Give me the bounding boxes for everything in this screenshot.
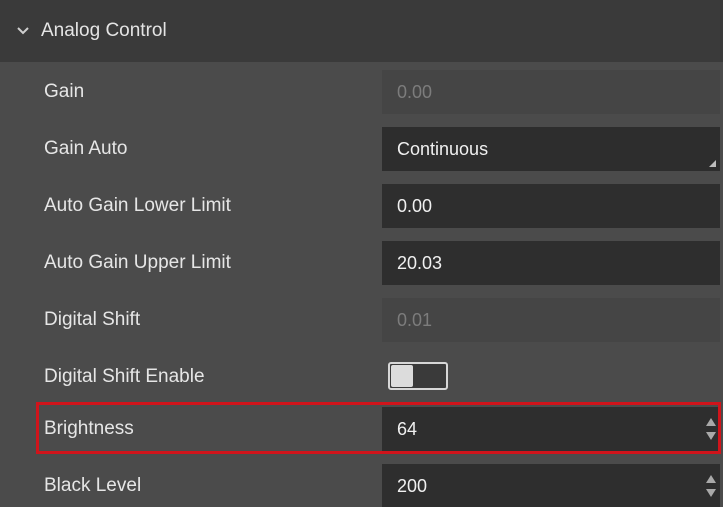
property-row-auto-gain-lower-limit: Auto Gain Lower Limit 0.00 xyxy=(0,177,723,234)
property-label: Digital Shift xyxy=(44,308,141,330)
digital-shift-field: 0.01 xyxy=(382,298,720,342)
property-row-digital-shift-enable: Digital Shift Enable xyxy=(0,348,723,405)
toggle-knob xyxy=(391,365,413,387)
spin-arrows-icon[interactable] xyxy=(706,475,716,497)
property-label: Auto Gain Lower Limit xyxy=(44,194,231,216)
property-label: Black Level xyxy=(44,474,142,496)
property-panel: Analog Control Gain 0.00 Gain Auto Conti… xyxy=(0,0,723,507)
field-value: 0.01 xyxy=(397,309,433,330)
property-row-auto-gain-upper-limit: Auto Gain Upper Limit 20.03 xyxy=(0,234,723,291)
gain-field: 0.00 xyxy=(382,70,720,114)
property-label: Gain xyxy=(44,80,85,102)
property-row-digital-shift: Digital Shift 0.01 xyxy=(0,291,723,348)
field-value: 200 xyxy=(397,475,428,496)
field-value: 0.00 xyxy=(397,81,433,102)
field-value: 0.00 xyxy=(397,195,433,216)
dropdown-corner-icon xyxy=(709,160,716,167)
property-label: Brightness xyxy=(44,417,134,439)
spin-down-icon[interactable] xyxy=(706,489,716,497)
property-label: Auto Gain Upper Limit xyxy=(44,251,231,273)
auto-gain-upper-limit-field[interactable]: 20.03 xyxy=(382,241,720,285)
property-row-gain: Gain 0.00 xyxy=(0,63,723,120)
section-title: Analog Control xyxy=(41,20,167,41)
property-row-brightness: Brightness 64 xyxy=(0,400,723,457)
gain-auto-dropdown[interactable]: Continuous xyxy=(382,127,720,171)
spin-up-icon[interactable] xyxy=(706,475,716,483)
spin-arrows-icon[interactable] xyxy=(706,418,716,440)
chevron-down-icon[interactable] xyxy=(14,22,32,40)
property-row-black-level: Black Level 200 xyxy=(0,457,723,507)
brightness-spinbox[interactable]: 64 xyxy=(382,407,720,451)
field-value: 20.03 xyxy=(397,252,443,273)
property-label: Gain Auto xyxy=(44,137,128,159)
property-row-gain-auto: Gain Auto Continuous xyxy=(0,120,723,177)
auto-gain-lower-limit-field[interactable]: 0.00 xyxy=(382,184,720,228)
black-level-spinbox[interactable]: 200 xyxy=(382,464,720,507)
property-label: Digital Shift Enable xyxy=(44,365,205,387)
analog-control-section-header[interactable]: Analog Control xyxy=(0,0,723,62)
field-value: 64 xyxy=(397,418,418,439)
dropdown-value: Continuous xyxy=(397,138,489,159)
spin-up-icon[interactable] xyxy=(706,418,716,426)
digital-shift-enable-toggle[interactable] xyxy=(388,362,448,390)
spin-down-icon[interactable] xyxy=(706,432,716,440)
